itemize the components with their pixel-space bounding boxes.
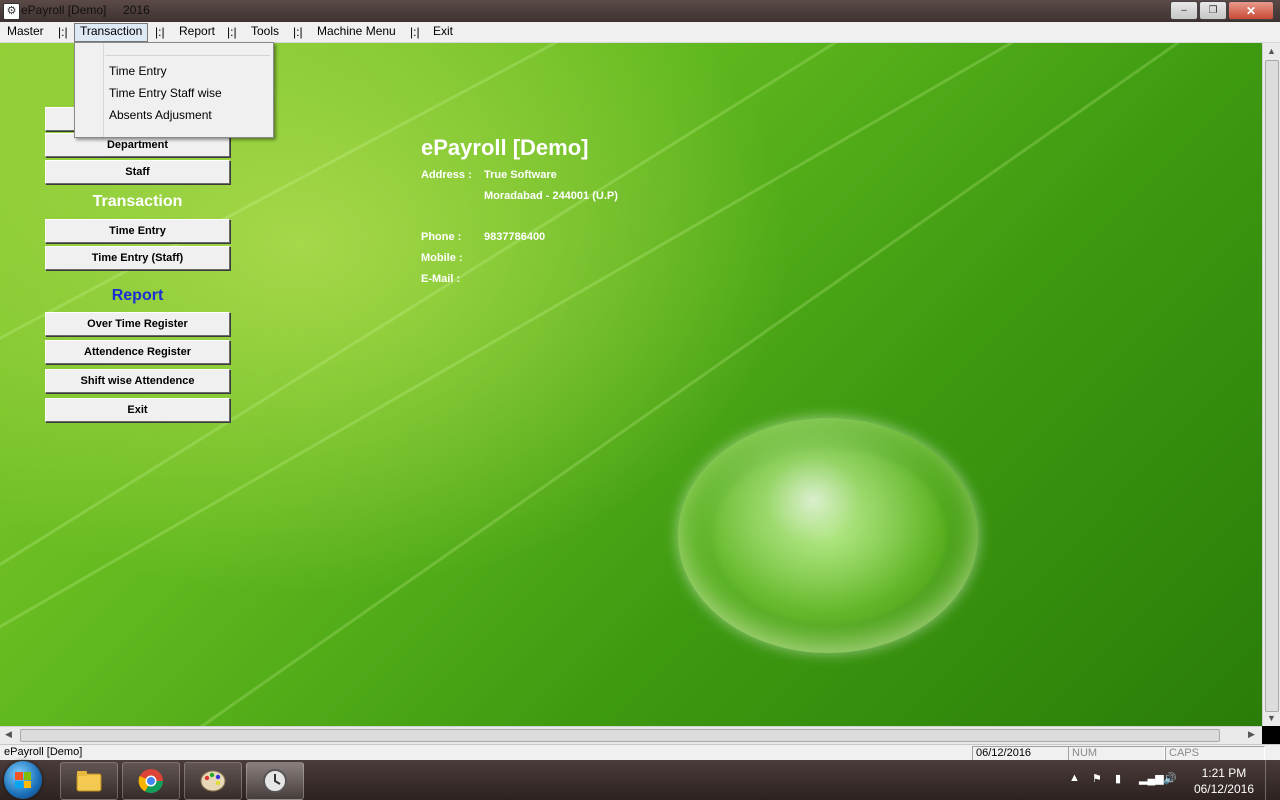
window-titlebar: ⚙ ePayroll [Demo] 2016 – ❐ ✕: [0, 0, 1280, 22]
dropdown-item-time-entry[interactable]: Time Entry: [109, 64, 167, 78]
scroll-right-icon[interactable]: ▶: [1248, 729, 1255, 740]
shift-wise-attendence-button[interactable]: Shift wise Attendence: [45, 369, 230, 393]
taskbar-explorer[interactable]: [60, 762, 118, 800]
menu-separator: |:|: [58, 25, 68, 39]
maximize-button[interactable]: ❐: [1199, 1, 1227, 20]
water-drop: [678, 418, 978, 653]
menu-report[interactable]: Report: [174, 23, 220, 40]
dropdown-separator: [105, 55, 270, 56]
mobile-label: Mobile :: [421, 252, 463, 264]
email-label: E-Mail :: [421, 273, 461, 285]
vertical-scroll-thumb[interactable]: [1265, 60, 1279, 712]
main-content: Department Staff Transaction Time Entry …: [0, 43, 1262, 726]
status-date: 06/12/2016: [972, 746, 1069, 761]
overtime-register-button[interactable]: Over Time Register: [45, 312, 230, 336]
taskbar: ▲ ⚑ ▮ ▂▄▆ 🔊 1:21 PM 06/12/2016: [0, 760, 1280, 800]
menu-separator: |:|: [410, 25, 420, 39]
address-line1: True Software: [484, 169, 557, 181]
scroll-down-icon[interactable]: ▼: [1267, 713, 1276, 723]
menu-master[interactable]: Master: [2, 23, 49, 40]
menu-separator: |:|: [293, 25, 303, 39]
horizontal-scroll-thumb[interactable]: [20, 729, 1220, 742]
clock-time: 1:21 PM: [1201, 766, 1247, 780]
phone-value: 9837786400: [484, 231, 546, 243]
clock-app-icon: [263, 769, 287, 793]
status-bar: ePayroll [Demo] 06/12/2016 NUM CAPS: [0, 744, 1280, 761]
transaction-dropdown: Time Entry Time Entry Staff wise Absents…: [74, 42, 274, 138]
vertical-scrollbar[interactable]: ▲ ▼: [1262, 43, 1280, 726]
power-icon[interactable]: ▮: [1115, 772, 1121, 785]
menu-machine[interactable]: Machine Menu: [312, 23, 401, 40]
menu-separator: |:|: [227, 25, 237, 39]
transaction-heading: Transaction: [92, 193, 183, 210]
taskbar-epayroll[interactable]: [246, 762, 304, 800]
action-center-icon[interactable]: ⚑: [1092, 772, 1102, 785]
attendence-register-button[interactable]: Attendence Register: [45, 340, 230, 364]
dropdown-item-absents-adjusment[interactable]: Absents Adjusment: [109, 108, 212, 122]
minimize-button[interactable]: –: [1170, 1, 1198, 20]
show-desktop-button[interactable]: [1265, 760, 1280, 800]
scroll-up-icon[interactable]: ▲: [1267, 46, 1276, 56]
status-num: NUM: [1068, 746, 1165, 761]
windows-flag-icon: [15, 772, 31, 788]
status-app: ePayroll [Demo]: [4, 746, 83, 758]
window-title: ePayroll [Demo] 2016: [21, 3, 150, 17]
close-button[interactable]: ✕: [1228, 1, 1274, 20]
staff-button[interactable]: Staff: [45, 160, 230, 184]
dropdown-item-time-entry-staff[interactable]: Time Entry Staff wise: [109, 86, 222, 100]
dropdown-gutter: [103, 43, 104, 137]
taskbar-paint[interactable]: [184, 762, 242, 800]
company-name: ePayroll [Demo]: [421, 135, 589, 160]
menu-transaction[interactable]: Transaction: [74, 23, 149, 42]
network-icon[interactable]: ▂▄▆: [1139, 772, 1164, 785]
time-entry-staff-button[interactable]: Time Entry (Staff): [45, 246, 230, 270]
folder-icon: [76, 771, 102, 792]
address-label: Address :: [421, 169, 472, 181]
taskbar-chrome[interactable]: [122, 762, 180, 800]
app-icon: ⚙: [3, 3, 20, 20]
palette-icon: [200, 770, 226, 792]
tray-expand-icon[interactable]: ▲: [1069, 772, 1080, 784]
menu-separator: |:|: [155, 25, 165, 39]
phone-label: Phone :: [421, 231, 462, 243]
report-heading: Report: [111, 287, 164, 304]
volume-icon[interactable]: 🔊: [1163, 772, 1177, 785]
window-title-text: ePayroll [Demo]: [21, 3, 107, 17]
menu-bar: Master |:| Transaction |:| Report |:| To…: [0, 22, 1280, 43]
start-button[interactable]: [4, 761, 42, 799]
scroll-left-icon[interactable]: ◀: [5, 729, 12, 740]
chrome-icon: [138, 769, 163, 794]
horizontal-scrollbar[interactable]: ◀ ▶: [0, 726, 1262, 744]
clock-date: 06/12/2016: [1193, 782, 1254, 796]
window-controls: – ❐ ✕: [1169, 1, 1274, 20]
address-line2: Moradabad - 244001 (U.P): [484, 190, 618, 202]
taskbar-clock[interactable]: 1:21 PM 06/12/2016: [1194, 765, 1254, 797]
time-entry-button[interactable]: Time Entry: [45, 219, 230, 243]
menu-exit[interactable]: Exit: [428, 23, 458, 40]
menu-tools[interactable]: Tools: [246, 23, 284, 40]
status-caps: CAPS: [1165, 746, 1265, 761]
exit-button[interactable]: Exit: [45, 398, 230, 422]
window-title-year: 2016: [123, 3, 150, 17]
